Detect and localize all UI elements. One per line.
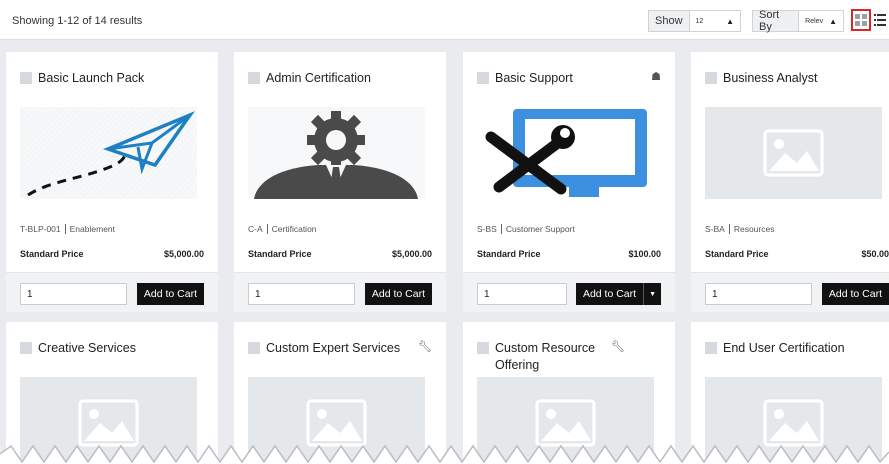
price-value: $5,000.00 xyxy=(391,249,432,259)
product-title[interactable]: Basic Support xyxy=(495,70,645,87)
bundle-icon: ☗ xyxy=(651,71,661,83)
sort-select[interactable]: Sort By Relev ▲︎ xyxy=(752,9,844,33)
add-to-cart-button[interactable]: Add to Cart xyxy=(364,283,432,305)
paper-plane-image xyxy=(20,107,197,199)
price-label: Standard Price xyxy=(248,249,312,259)
wrench-icon: 🔧︎ xyxy=(611,341,625,353)
add-to-cart-label: Add to Cart xyxy=(143,288,197,300)
card-footer: 1 Add to Cart xyxy=(6,272,218,312)
add-to-cart-label: Add to Cart xyxy=(582,288,637,300)
product-code: S-BA xyxy=(705,224,725,234)
product-title[interactable]: Business Analyst xyxy=(723,70,889,87)
monitor-tools-image xyxy=(477,107,654,199)
product-category: Customer Support xyxy=(505,224,575,234)
product-title[interactable]: Custom Expert Services xyxy=(266,340,412,357)
price-label: Standard Price xyxy=(20,249,84,259)
show-label: Show xyxy=(649,11,690,31)
compare-checkbox[interactable] xyxy=(248,72,260,84)
image-placeholder-icon xyxy=(705,107,882,199)
gear-person-image xyxy=(248,107,425,199)
compare-checkbox[interactable] xyxy=(477,342,489,354)
product-code: C-A xyxy=(248,224,263,234)
product-title[interactable]: Custom Resource Offering xyxy=(495,340,605,374)
card-footer: 1 Add to Cart ▼ xyxy=(463,272,675,312)
compare-checkbox[interactable] xyxy=(20,342,32,354)
card-footer: 1 Add to Cart xyxy=(691,272,889,312)
show-select[interactable]: Show 12 ▲︎ xyxy=(648,10,741,32)
quantity-input[interactable]: 1 xyxy=(20,283,127,305)
product-card: Basic Launch Pack T-BLP-001 Enablement St… xyxy=(6,52,218,312)
product-card: Basic Support ☗ S-BS Customer Support Sta… xyxy=(463,52,675,312)
grid-view-button[interactable] xyxy=(851,9,871,31)
quantity-input[interactable]: 1 xyxy=(705,283,812,305)
list-view-button[interactable] xyxy=(874,13,886,27)
product-code: T-BLP-001 xyxy=(20,224,61,234)
compare-checkbox[interactable] xyxy=(705,72,717,84)
add-to-cart-label: Add to Cart xyxy=(828,288,882,300)
updown-arrow-icon: ▲︎ xyxy=(726,16,734,26)
add-to-cart-button[interactable]: Add to Cart xyxy=(136,283,204,305)
product-card: Business Analyst S-BA Resources Standard … xyxy=(691,52,889,312)
product-code: S-BS xyxy=(477,224,497,234)
product-category: Enablement xyxy=(69,224,116,234)
updown-arrow-icon: ▲︎ xyxy=(829,16,837,26)
product-title[interactable]: End User Certification xyxy=(723,340,889,357)
quantity-input[interactable]: 1 xyxy=(248,283,355,305)
torn-edge-divider xyxy=(0,444,889,464)
sort-label: Sort By xyxy=(753,9,800,33)
price-value: $100.00 xyxy=(628,249,661,259)
sort-value: Relev xyxy=(805,17,824,25)
list-icon xyxy=(874,14,886,26)
product-title[interactable]: Basic Launch Pack xyxy=(38,70,204,87)
product-title[interactable]: Creative Services xyxy=(38,340,204,357)
add-to-cart-button[interactable]: Add to Cart ▼ xyxy=(575,283,661,305)
card-footer: 1 Add to Cart xyxy=(234,272,446,312)
add-to-cart-label: Add to Cart xyxy=(371,288,425,300)
compare-checkbox[interactable] xyxy=(705,342,717,354)
compare-checkbox[interactable] xyxy=(477,72,489,84)
grid-icon xyxy=(855,14,867,26)
product-category: Certification xyxy=(271,224,317,234)
compare-checkbox[interactable] xyxy=(20,72,32,84)
results-count: Showing 1-12 of 14 results xyxy=(12,15,143,27)
product-card: Admin Certification C-A Certification Sta… xyxy=(234,52,446,312)
price-label: Standard Price xyxy=(477,249,541,259)
product-title[interactable]: Admin Certification xyxy=(266,70,432,87)
chevron-down-icon[interactable]: ▼ xyxy=(643,283,661,305)
compare-checkbox[interactable] xyxy=(248,342,260,354)
add-to-cart-button[interactable]: Add to Cart xyxy=(821,283,889,305)
price-value: $5,000.00 xyxy=(163,249,204,259)
results-toolbar: Showing 1-12 of 14 results Show 12 ▲︎ So… xyxy=(0,0,889,40)
price-label: Standard Price xyxy=(705,249,769,259)
price-value: $50.00 xyxy=(861,249,889,259)
product-category: Resources xyxy=(733,224,775,234)
quantity-input[interactable]: 1 xyxy=(477,283,567,305)
wrench-icon: 🔧︎ xyxy=(418,341,432,353)
show-value: 12 xyxy=(695,17,704,25)
